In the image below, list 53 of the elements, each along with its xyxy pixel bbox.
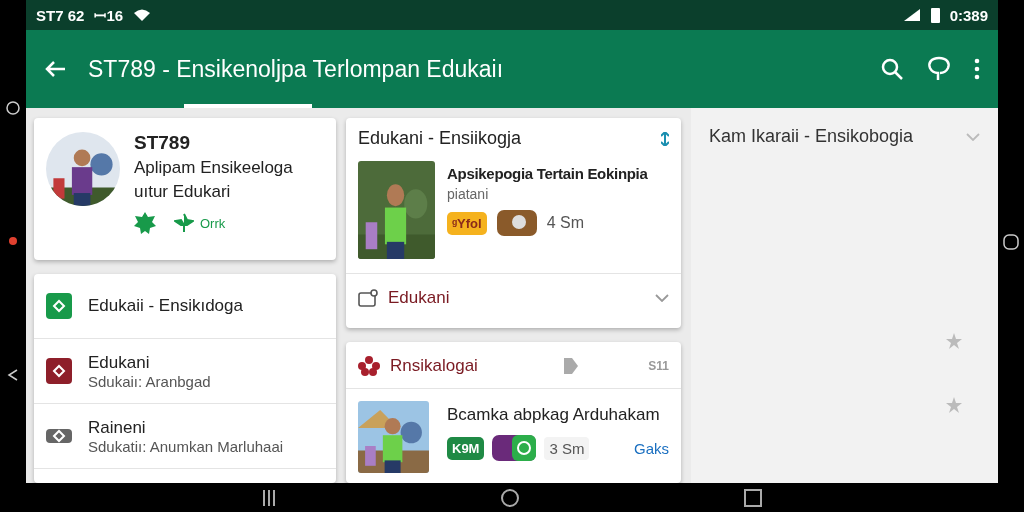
menu-item[interactable]: Edukaii - Ensikıdoga (34, 274, 336, 339)
app-icon (46, 358, 72, 384)
menu-item[interactable]: Edukani Sdukaiı: Aranbgad (34, 339, 336, 404)
menu-subtitle: Sdukaiı: Aranbgad (88, 372, 211, 390)
back-arrow-icon[interactable] (44, 60, 66, 78)
thumbnail-icon (496, 210, 537, 236)
app-icon (46, 293, 72, 319)
menu-title: Edukani (88, 352, 151, 373)
back-icon[interactable] (7, 368, 19, 383)
panel-title: Kam Ikaraii - Ensikobogia (709, 126, 914, 147)
more-icon[interactable] (974, 58, 980, 80)
home-icon[interactable] (500, 487, 520, 508)
card-heading: Edukani - Ensiikogja (358, 128, 522, 149)
tag[interactable]: K9M (447, 436, 485, 460)
card-heading: Rnsikalogai (390, 356, 479, 376)
profile-line: uıtur Edukari (134, 182, 232, 202)
reading-time: 4 Sm (546, 214, 584, 232)
app-title: ST789 - Ensikenoljpa Terlompan Edukaiı (88, 55, 505, 83)
wifi-icon (133, 8, 152, 22)
article-title[interactable]: Apsikepogia Tertain Eokinpia (447, 165, 648, 182)
circle-icon[interactable] (6, 100, 20, 115)
inbox-icon (358, 289, 378, 307)
dot-icon (8, 236, 18, 247)
badge-icon[interactable] (134, 212, 156, 234)
search-icon[interactable] (880, 57, 904, 81)
comment-icon[interactable] (926, 56, 952, 82)
star-icon[interactable] (946, 333, 962, 349)
rounded-square-icon[interactable] (1003, 233, 1019, 250)
menu-subtitle: Sdukatiı: Anumkan Marluhaai (88, 437, 284, 455)
status-time: 0:389 (949, 6, 988, 24)
menu-item[interactable]: Raineni Sdukatiı: Anumkan Marluhaai (34, 404, 336, 469)
app-icon (492, 435, 537, 461)
recents-icon[interactable] (261, 489, 278, 506)
tag[interactable]: ᵍYfol (447, 211, 487, 235)
count-label: S11 (648, 359, 669, 373)
profile-name: ST789 (134, 132, 191, 154)
status-text: ST7 62 (36, 6, 85, 24)
flower-icon (358, 356, 380, 376)
status-text: ꟷ16 (94, 6, 124, 25)
section-label[interactable]: Edukani (388, 288, 450, 308)
signal-icon (902, 8, 921, 22)
square-icon[interactable] (742, 487, 763, 508)
card-link[interactable]: Gaks (634, 439, 669, 457)
menu-title: Edukaii - Ensikıdoga (88, 296, 243, 316)
article-subtitle: piatani (447, 186, 490, 202)
article-title[interactable]: Bcamka abpkag Arduhakam (447, 405, 669, 425)
action-label[interactable]: Orrk (200, 215, 226, 231)
battery-icon (930, 7, 940, 23)
star-icon[interactable] (946, 397, 962, 413)
profile-line: Aplipam Ensikeeloga (134, 158, 293, 178)
menu-title: Raineni (88, 417, 147, 438)
reading-time: 3 Sm (544, 436, 590, 460)
chevron-down-icon[interactable] (655, 294, 669, 302)
